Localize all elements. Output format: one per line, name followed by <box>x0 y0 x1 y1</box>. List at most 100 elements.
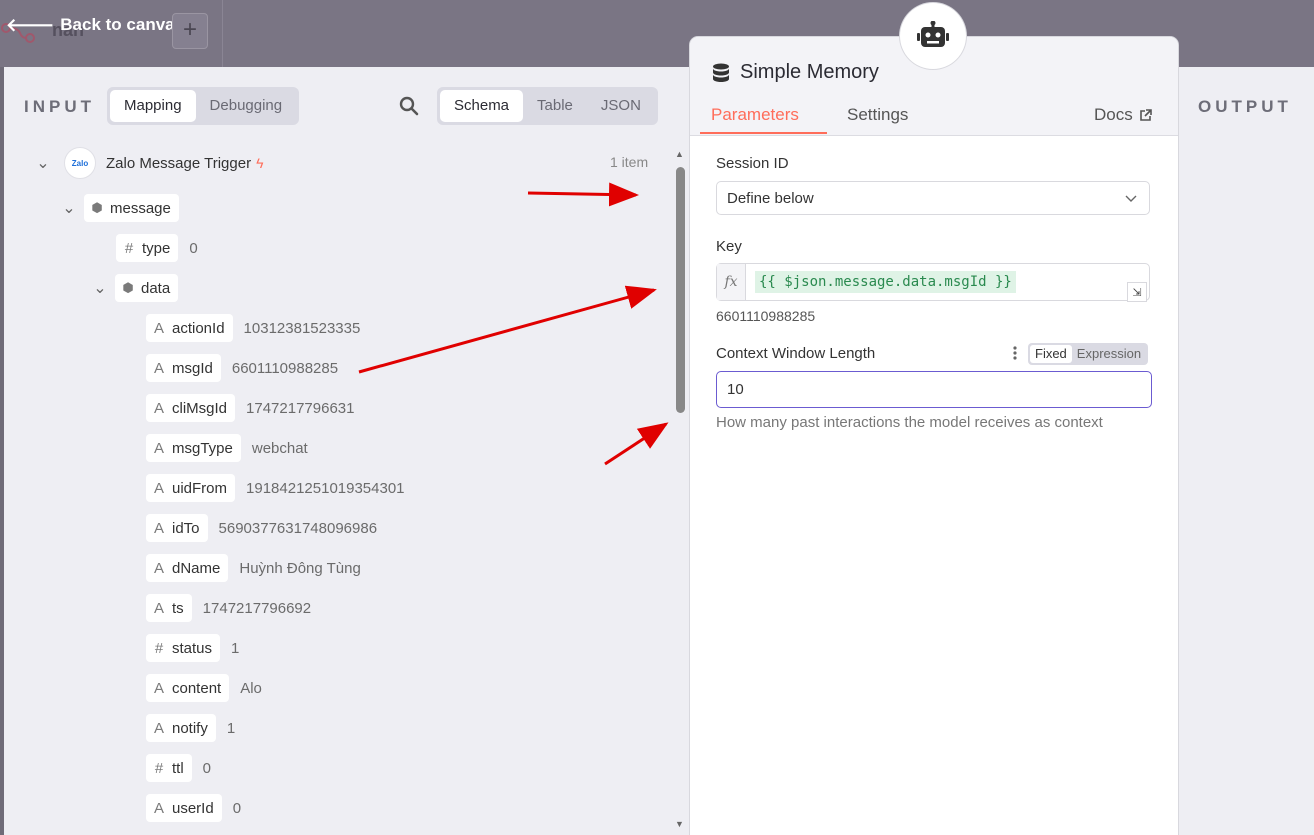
tree-node-field: Ats 1747217796692 <box>146 593 311 623</box>
field-chip[interactable]: # ttl <box>146 754 192 782</box>
field-key: msgId <box>172 359 213 377</box>
trigger-row[interactable]: ⌄ Zalo Zalo Message Trigger ϟ <box>36 147 264 179</box>
field-value: Alo <box>240 679 262 697</box>
field-key: uidFrom <box>172 479 228 497</box>
field-value: 1747217796631 <box>246 399 355 417</box>
fixed-option[interactable]: Fixed <box>1030 345 1072 363</box>
field-key: content <box>172 679 222 697</box>
scrollbar[interactable]: ▲ ▼ <box>675 149 687 835</box>
active-tab-indicator <box>700 132 827 134</box>
field-chip[interactable]: Acontent <box>146 674 230 702</box>
expand-icon[interactable]: ⇲ <box>1127 282 1147 302</box>
tree-node-field: AactionId 10312381523335 <box>146 313 360 343</box>
node-panel: Simple Memory Parameters Settings Docs S… <box>690 3 1178 835</box>
field-chip[interactable]: AcliMsgId <box>146 394 236 422</box>
field-chip[interactable]: AmsgId <box>146 354 221 382</box>
tree-node-field: AuidFrom 1918421251019354301 <box>146 473 405 503</box>
field-chip[interactable]: AidTo <box>146 514 208 542</box>
scroll-up-icon[interactable]: ▲ <box>675 149 684 159</box>
string-type-icon: A <box>153 679 164 697</box>
chevron-down-icon[interactable]: ⌄ <box>62 200 76 217</box>
field-chip[interactable]: AmsgType <box>146 434 241 462</box>
trigger-name: Zalo Message Trigger <box>106 154 252 172</box>
debugging-tab[interactable]: Debugging <box>196 90 297 122</box>
string-type-icon: A <box>153 359 164 377</box>
tree-node-field: AuserId 0 <box>146 793 241 823</box>
field-chip[interactable]: # type <box>116 234 179 262</box>
add-button[interactable]: + <box>172 13 208 49</box>
field-key: ttl <box>172 759 184 777</box>
field-chip[interactable]: AactionId <box>146 314 233 342</box>
scroll-down-icon[interactable]: ▼ <box>675 819 684 829</box>
field-value: webchat <box>251 439 308 457</box>
context-window-input[interactable] <box>716 371 1152 408</box>
json-tab[interactable]: JSON <box>587 90 655 122</box>
string-type-icon: A <box>153 479 164 497</box>
view-switch: Schema Table JSON <box>437 87 658 125</box>
field-value: 5690377631748096986 <box>218 519 378 537</box>
field-chip[interactable]: AuserId <box>146 794 222 822</box>
tree-node-field: AmsgType webchat <box>146 433 308 463</box>
tree-node-field: AidTo 5690377631748096986 <box>146 513 377 543</box>
key-expression-field[interactable]: fx {{ $json.message.data.msgId }} ⇲ <box>716 263 1150 302</box>
tab-settings[interactable]: Settings <box>847 105 908 125</box>
field-key: message <box>110 199 171 217</box>
back-to-canvas-button[interactable]: 🡐 Back to canvas <box>6 12 184 38</box>
fixed-expression-toggle: Fixed Expression <box>1028 343 1149 365</box>
field-key: status <box>172 639 213 657</box>
output-label: OUTPUT <box>1198 97 1292 116</box>
chevron-down-icon[interactable]: ⌄ <box>93 280 107 297</box>
field-key: userId <box>172 799 214 817</box>
docs-link[interactable]: Docs <box>1094 105 1152 125</box>
tree-node-field: # status 1 <box>146 633 239 663</box>
string-type-icon: A <box>153 559 164 577</box>
object-icon: ⬢ <box>122 280 134 295</box>
field-key: actionId <box>172 319 225 337</box>
external-link-icon <box>1139 108 1152 121</box>
session-id-select[interactable]: Define below <box>716 181 1150 215</box>
back-to-canvas-label: Back to canvas <box>60 15 185 34</box>
field-chip[interactable]: Anotify <box>146 714 216 742</box>
field-key: data <box>141 279 171 297</box>
key-resolved-value: 6601110988285 <box>716 308 816 324</box>
tree-node-field: AdName Huỳnh Đông Tùng <box>146 553 361 583</box>
tree-node-message[interactable]: ⌄ ⬢ message <box>62 193 179 223</box>
schema-tab[interactable]: Schema <box>440 90 524 122</box>
field-key: cliMsgId <box>172 399 228 417</box>
search-icon[interactable] <box>398 95 420 117</box>
scrollbar-thumb[interactable] <box>676 167 685 413</box>
chevron-down-icon[interactable]: ⌄ <box>36 155 50 172</box>
input-label: INPUT <box>24 97 95 116</box>
string-type-icon: A <box>153 799 164 817</box>
field-value: 0 <box>232 799 242 817</box>
field-value: 1 <box>231 639 240 657</box>
key-expression[interactable]: {{ $json.message.data.msgId }} <box>755 271 1016 293</box>
node-title-row: Simple Memory <box>712 61 879 84</box>
field-chip[interactable]: ⬢ data <box>115 274 179 302</box>
string-type-icon: A <box>153 439 164 457</box>
tab-parameters[interactable]: Parameters <box>711 105 799 125</box>
expression-option[interactable]: Expression <box>1072 345 1146 363</box>
field-chip[interactable]: AuidFrom <box>146 474 236 502</box>
context-window-hint: How many past interactions the model rec… <box>716 414 1103 431</box>
string-type-icon: A <box>153 519 164 537</box>
field-chip[interactable]: Ats <box>146 594 192 622</box>
field-key: dName <box>172 559 221 577</box>
table-tab[interactable]: Table <box>523 90 587 122</box>
lightning-icon: ϟ <box>256 155 264 171</box>
field-value: 1 <box>226 719 236 737</box>
field-chip[interactable]: # status <box>146 634 221 662</box>
robot-icon <box>900 3 966 69</box>
field-value: 1918421251019354301 <box>246 479 405 497</box>
context-window-label: Context Window Length <box>716 345 876 362</box>
more-options-icon[interactable] <box>1012 345 1018 361</box>
number-type-icon: # <box>154 639 164 657</box>
field-key: msgType <box>172 439 233 457</box>
field-key: notify <box>172 719 208 737</box>
item-count: 1 item <box>610 154 649 170</box>
tree-node-data[interactable]: ⌄ ⬢ data <box>93 273 179 303</box>
field-chip[interactable]: AdName <box>146 554 229 582</box>
string-type-icon: A <box>153 319 164 337</box>
field-chip[interactable]: ⬢ message <box>84 194 179 222</box>
mapping-tab[interactable]: Mapping <box>110 90 196 122</box>
